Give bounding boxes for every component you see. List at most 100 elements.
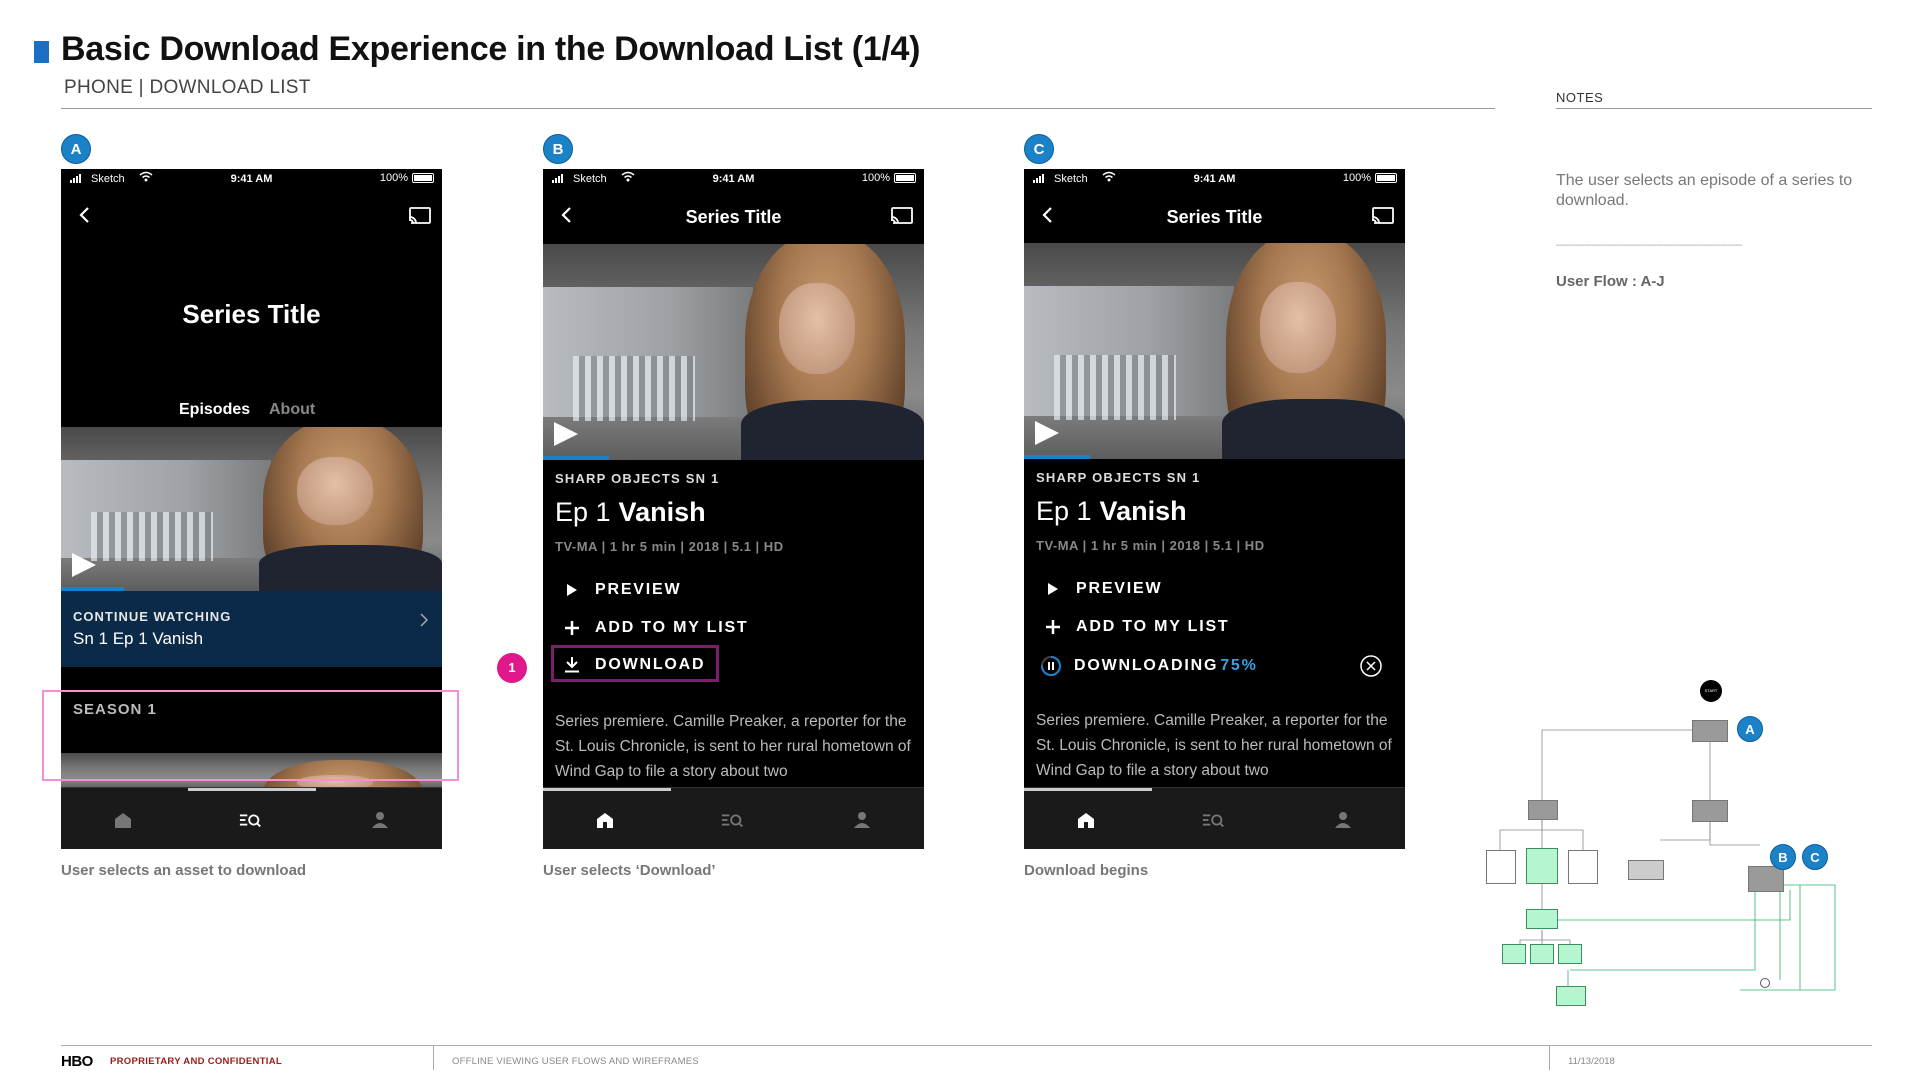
battery-icon	[412, 173, 434, 183]
footer-separator	[1549, 1045, 1550, 1070]
flow-download-node	[1760, 978, 1770, 988]
download-button[interactable]: DOWNLOAD	[565, 656, 705, 674]
title-accent-bar	[34, 41, 49, 63]
watch-progress-bar	[543, 456, 609, 460]
tab-indicator	[543, 788, 671, 791]
notes-dashed-divider: __________________________	[1556, 232, 1743, 246]
profile-icon[interactable]	[1331, 810, 1355, 830]
flow-badge-b: B	[1770, 844, 1796, 870]
screen-badge-b: B	[543, 134, 573, 164]
caption-b: User selects ‘Download’	[543, 862, 716, 879]
battery-indicator: 100%	[1343, 172, 1397, 184]
flow-node	[1556, 986, 1586, 1006]
plus-icon	[565, 621, 579, 635]
plus-icon	[1046, 620, 1060, 634]
battery-icon	[1375, 173, 1397, 183]
episode-info: TV-MA | 1 hr 5 min | 2018 | 5.1 | HD	[1036, 538, 1265, 553]
play-icon[interactable]	[554, 422, 578, 446]
download-label: DOWNLOAD	[595, 656, 706, 673]
add-to-my-list-button[interactable]: ADD TO MY LIST	[565, 619, 749, 637]
browse-search-icon[interactable]	[1202, 810, 1226, 830]
page-title: Basic Download Experience in the Downloa…	[61, 30, 921, 68]
footer-divider	[61, 1045, 1872, 1046]
episode-name: Vanish	[618, 497, 706, 527]
play-icon[interactable]	[72, 553, 96, 577]
continue-watching-bar[interactable]: CONTINUE WATCHING Sn 1 Ep 1 Vanish	[61, 591, 442, 667]
battery-icon	[894, 173, 916, 183]
phone-screen-b: Sketch 9:41 AM 100% Series Title SHARP O…	[543, 169, 924, 849]
continue-watching-episode: Sn 1 Ep 1 Vanish	[73, 629, 204, 648]
flow-node	[1558, 944, 1582, 964]
profile-icon[interactable]	[850, 810, 874, 830]
phone-screen-c: Sketch 9:41 AM 100% Series Title SHARP O…	[1024, 169, 1405, 849]
add-to-my-list-button[interactable]: ADD TO MY LIST	[1046, 618, 1230, 636]
tab-bar	[61, 787, 442, 849]
flow-node	[1528, 800, 1558, 820]
battery-indicator: 100%	[380, 172, 434, 184]
tab-indicator	[1024, 788, 1152, 791]
flow-node	[1568, 850, 1598, 884]
chevron-right-icon	[420, 613, 428, 627]
home-icon[interactable]	[593, 810, 617, 830]
series-title: Series Title	[182, 299, 321, 329]
tab-about[interactable]: About	[269, 401, 315, 419]
episode-title: Ep 1 Vanish	[555, 497, 706, 528]
cancel-download-icon[interactable]	[1359, 654, 1383, 678]
flow-node-download-list	[1526, 909, 1558, 929]
pause-download-icon[interactable]	[1040, 655, 1062, 677]
page-subtitle: PHONE | DOWNLOAD LIST	[64, 77, 311, 98]
status-bar: Sketch 9:41 AM 100%	[1024, 169, 1405, 191]
document-name: OFFLINE VIEWING USER FLOWS AND WIREFRAME…	[452, 1056, 699, 1067]
preview-button[interactable]: PREVIEW	[565, 581, 681, 599]
back-icon[interactable]	[75, 205, 95, 225]
preview-label: PREVIEW	[595, 581, 682, 598]
nav-title: Series Title	[1166, 207, 1263, 227]
battery-indicator: 100%	[862, 172, 916, 184]
notes-user-flow: User Flow : A-J	[1556, 273, 1665, 290]
flow-node-downloads	[1526, 848, 1558, 884]
cast-icon[interactable]	[408, 206, 432, 226]
home-icon[interactable]	[111, 810, 135, 830]
footer-separator	[433, 1045, 434, 1070]
episode-hero-image[interactable]	[543, 244, 924, 460]
play-icon	[1046, 582, 1060, 596]
flow-node	[1502, 944, 1526, 964]
tab-episodes[interactable]: Episodes	[179, 401, 250, 419]
home-icon[interactable]	[1074, 810, 1098, 830]
flow-node-episode	[1748, 866, 1784, 892]
episode-thumbnail[interactable]	[61, 427, 442, 591]
play-icon	[565, 583, 579, 597]
battery-percent: 100%	[861, 172, 890, 184]
continue-watching-label: CONTINUE WATCHING	[73, 609, 232, 624]
downloading-label: DOWNLOADING	[1074, 657, 1219, 674]
caption-a: User selects an asset to download	[61, 862, 307, 879]
play-icon[interactable]	[1035, 421, 1059, 445]
preview-label: PREVIEW	[1076, 580, 1163, 597]
cast-icon[interactable]	[890, 206, 914, 226]
cast-icon[interactable]	[1371, 206, 1395, 226]
flow-node	[1486, 850, 1516, 884]
user-flow-map: START A B C	[1480, 680, 1880, 1010]
episode-title: Ep 1 Vanish	[1036, 496, 1187, 527]
downloading-status[interactable]: DOWNLOADING 75%	[1040, 655, 1258, 677]
screen-badge-a: A	[61, 134, 91, 164]
show-season-label: SHARP OBJECTS SN 1	[1036, 470, 1201, 485]
flow-node	[1692, 800, 1728, 822]
profile-icon[interactable]	[368, 810, 392, 830]
episode-synopsis: Series premiere. Camille Preaker, a repo…	[555, 713, 911, 780]
status-bar: Sketch 9:41 AM 100%	[61, 169, 442, 191]
downloading-percent: 75%	[1220, 657, 1258, 674]
flow-node	[1530, 944, 1554, 964]
episode-hero-image[interactable]	[1024, 243, 1405, 459]
tab-indicator	[188, 788, 316, 791]
flow-badge-c: C	[1802, 844, 1828, 870]
preview-button[interactable]: PREVIEW	[1046, 580, 1162, 598]
episode-synopsis: Series premiere. Camille Preaker, a repo…	[1036, 712, 1392, 779]
add-to-my-list-label: ADD TO MY LIST	[595, 619, 749, 636]
screen-badge-c: C	[1024, 134, 1054, 164]
browse-search-icon[interactable]	[721, 810, 745, 830]
episode-name: Vanish	[1099, 496, 1187, 526]
document-date: 11/13/2018	[1568, 1056, 1615, 1067]
browse-search-icon[interactable]	[239, 810, 263, 830]
notes-label: NOTES	[1556, 90, 1604, 105]
